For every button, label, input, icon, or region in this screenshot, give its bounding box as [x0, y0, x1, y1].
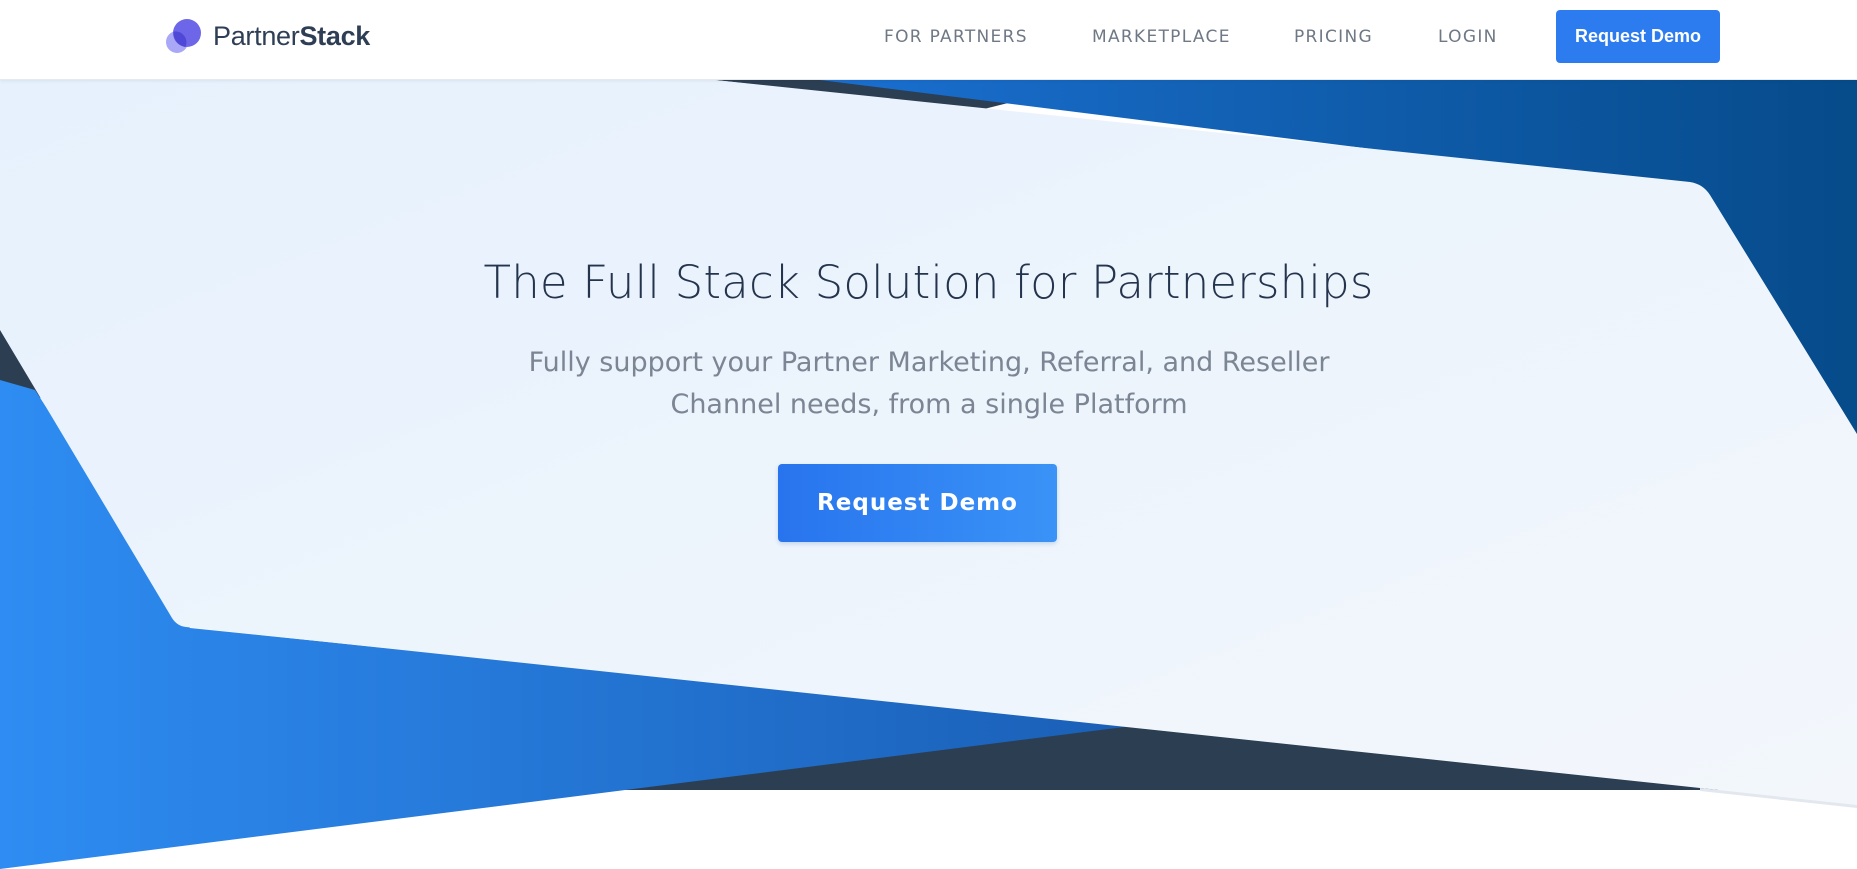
hero-title: The Full Stack Solution for Partnerships	[483, 256, 1374, 309]
nav-for-partners[interactable]: FOR PARTNERS	[884, 27, 1028, 47]
hero-section: The Full Stack Solution for Partnerships…	[0, 80, 1857, 869]
overlapping-circles-logo-icon	[165, 16, 205, 56]
brand-name-light: Partner	[213, 20, 300, 51]
brand-name-bold: Stack	[299, 20, 371, 51]
hero-request-demo-button[interactable]: Request Demo	[778, 464, 1057, 542]
header-request-demo-button[interactable]: Request Demo	[1556, 10, 1720, 63]
nav-pricing[interactable]: PRICING	[1294, 27, 1373, 47]
brand-logo[interactable]: PartnerStack	[165, 16, 370, 56]
hero-subtitle: Fully support your Partner Marketing, Re…	[528, 347, 1330, 420]
brand-wordmark: PartnerStack	[213, 21, 370, 52]
nav-login[interactable]: LOGIN	[1438, 27, 1498, 47]
nav-marketplace[interactable]: MARKETPLACE	[1092, 27, 1231, 47]
site-header: PartnerStack FOR PARTNERS MARKETPLACE PR…	[0, 0, 1857, 80]
